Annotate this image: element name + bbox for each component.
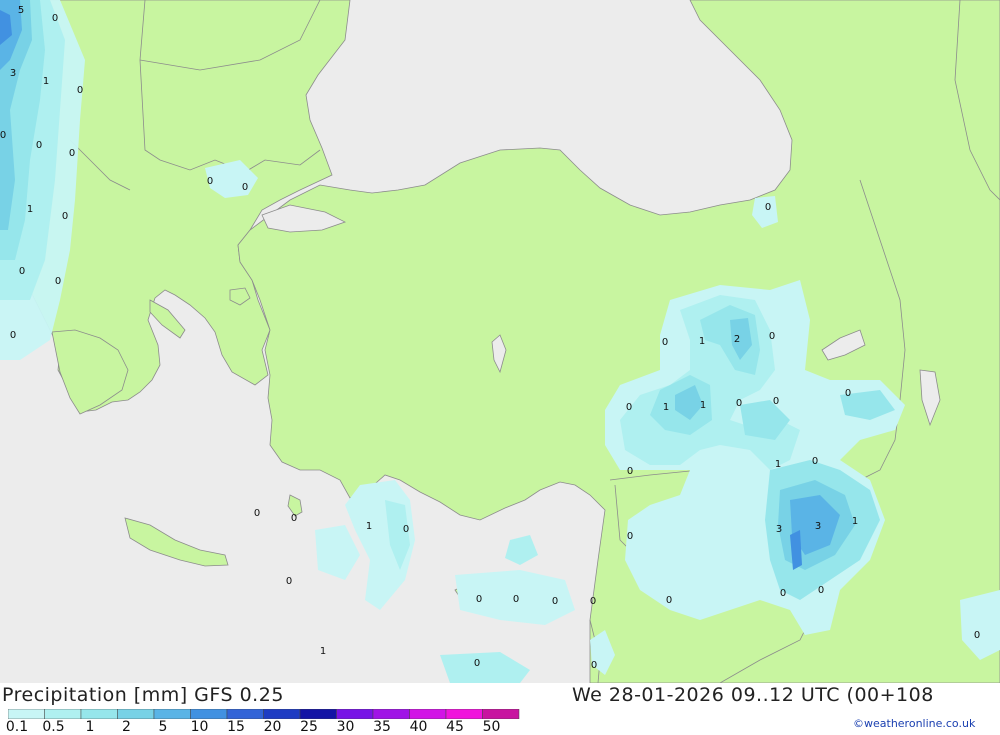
contour-value-label: 3 bbox=[10, 68, 16, 79]
contour-value-label: 0 bbox=[769, 331, 775, 342]
color-swatch bbox=[8, 709, 45, 719]
contour-value-label: 0 bbox=[736, 398, 742, 409]
contour-value-label: 1 bbox=[700, 400, 706, 411]
contour-value-label: 0 bbox=[62, 211, 68, 222]
footer-panel: Precipitation [mm] GFS 0.25 We 28-01-202… bbox=[0, 683, 1000, 735]
color-scale bbox=[8, 709, 520, 719]
contour-value-label: 0 bbox=[765, 202, 771, 213]
contour-value-label: 1 bbox=[699, 336, 705, 347]
contour-value-label: 0 bbox=[55, 276, 61, 287]
contour-value-label: 1 bbox=[663, 402, 669, 413]
contour-value-label: 0 bbox=[19, 266, 25, 277]
map-title: Precipitation [mm] GFS 0.25 bbox=[2, 684, 284, 706]
contour-value-label: 0 bbox=[254, 508, 260, 519]
contour-value-label: 0 bbox=[513, 594, 519, 605]
color-swatch bbox=[117, 709, 155, 719]
contour-value-label: 0 bbox=[627, 531, 633, 542]
contour-value-label: 0 bbox=[474, 658, 480, 669]
contour-value-label: 0 bbox=[845, 388, 851, 399]
contour-value-label: 0 bbox=[10, 330, 16, 341]
contour-value-label: 3 bbox=[815, 521, 821, 532]
contour-value-label: 0 bbox=[812, 456, 818, 467]
color-swatch bbox=[263, 709, 301, 719]
color-swatch bbox=[409, 709, 447, 719]
contour-value-label: 0 bbox=[552, 596, 558, 607]
contour-value-label: 1 bbox=[775, 459, 781, 470]
contour-value-label: 0 bbox=[974, 630, 980, 641]
contour-value-label: 0 bbox=[77, 85, 83, 96]
color-swatch bbox=[44, 709, 82, 719]
contour-value-label: 3 bbox=[776, 524, 782, 535]
contour-value-label: 0 bbox=[52, 13, 58, 24]
contour-value-label: 0 bbox=[627, 466, 633, 477]
contour-value-label: 0 bbox=[242, 182, 248, 193]
contour-value-label: 0 bbox=[476, 594, 482, 605]
credit-link[interactable]: ©weatheronline.co.uk bbox=[853, 717, 975, 730]
contour-value-label: 0 bbox=[286, 576, 292, 587]
contour-value-label: 0 bbox=[291, 513, 297, 524]
contour-value-label: 1 bbox=[43, 76, 49, 87]
contour-value-label: 0 bbox=[590, 596, 596, 607]
contour-value-label: 0 bbox=[662, 337, 668, 348]
contour-value-label: 5 bbox=[18, 5, 24, 16]
contour-value-label: 0 bbox=[36, 140, 42, 151]
valid-time: We 28-01-2026 09..12 UTC (00+108 bbox=[572, 684, 934, 706]
color-swatch bbox=[372, 709, 410, 719]
contour-value-label: 0 bbox=[780, 588, 786, 599]
color-swatch bbox=[226, 709, 264, 719]
contour-value-label: 0 bbox=[591, 660, 597, 671]
color-swatch bbox=[299, 709, 337, 719]
color-swatch bbox=[336, 709, 374, 719]
color-swatch bbox=[190, 709, 228, 719]
color-swatch bbox=[153, 709, 191, 719]
contour-value-label: 1 bbox=[27, 204, 33, 215]
contour-value-label: 1 bbox=[320, 646, 326, 657]
contour-value-label: 2 bbox=[734, 334, 740, 345]
contour-value-label: 0 bbox=[773, 396, 779, 407]
contour-value-label: 0 bbox=[69, 148, 75, 159]
precipitation-map: 5 0 3 1 0 0 0 0 1 0 0 0 0 0 0 0 0 1 2 0 0 1 1 0 0 0 0 1 0 0 3 3 1 0 0 0 0 0 0 1… bbox=[0, 0, 1000, 684]
contour-value-label: 0 bbox=[818, 585, 824, 596]
map-canvas: 5 0 3 1 0 0 0 0 1 0 0 0 0 0 0 0 0 1 2 0 0 1 1 0 0 0 0 1 0 0 3 3 1 0 0 0 0 0 0 1… bbox=[0, 0, 1000, 684]
color-swatch bbox=[80, 709, 118, 719]
contour-value-label: 0 bbox=[0, 130, 6, 141]
contour-value-label: 1 bbox=[366, 521, 372, 532]
contour-value-label: 1 bbox=[852, 516, 858, 527]
color-swatch bbox=[482, 709, 520, 719]
color-swatch bbox=[445, 709, 483, 719]
contour-value-label: 0 bbox=[626, 402, 632, 413]
contour-value-label: 0 bbox=[403, 524, 409, 535]
contour-value-label: 0 bbox=[207, 176, 213, 187]
contour-value-label: 0 bbox=[666, 595, 672, 606]
